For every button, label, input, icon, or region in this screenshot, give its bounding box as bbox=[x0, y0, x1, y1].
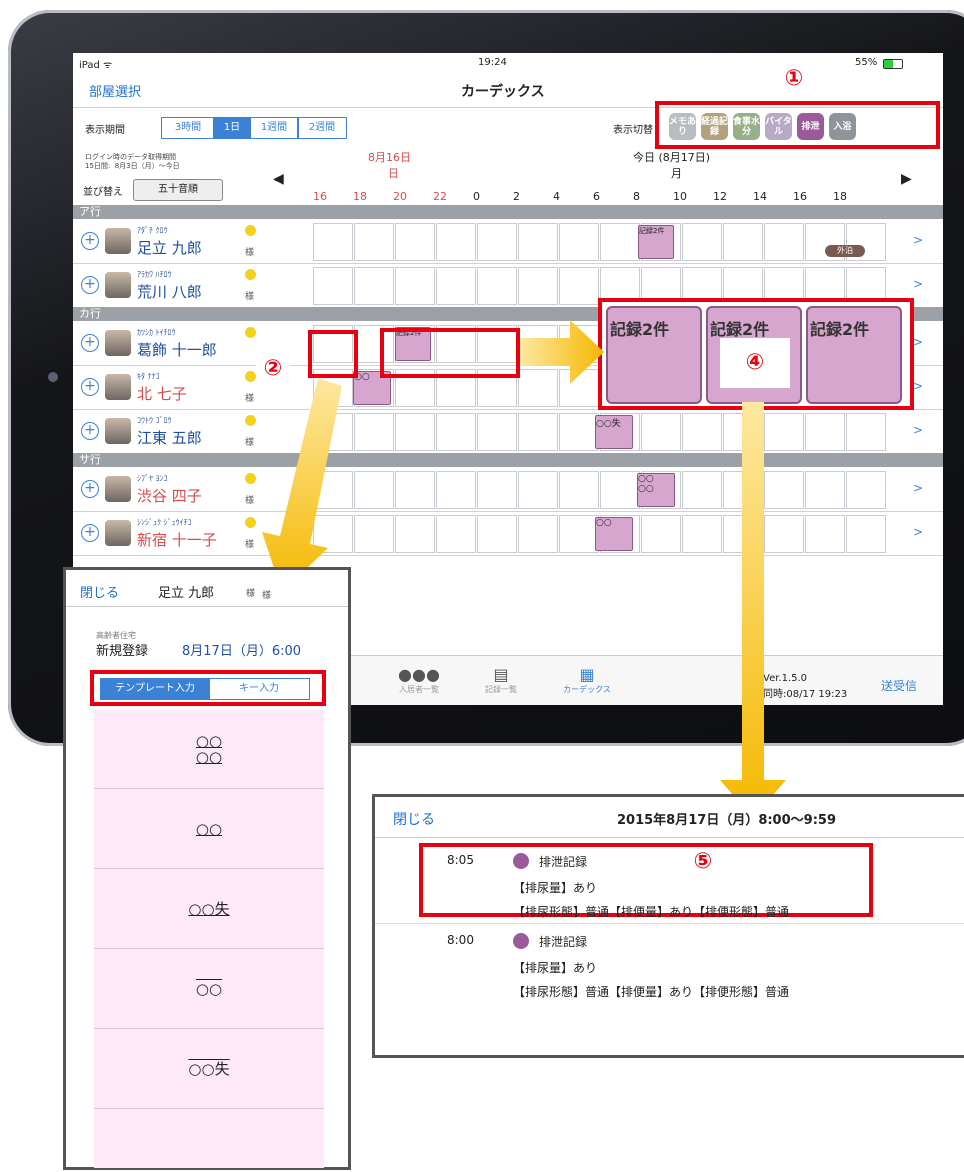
excretion-icon bbox=[513, 853, 529, 869]
excretion-icon bbox=[513, 933, 529, 949]
template-item[interactable]: ○○ bbox=[94, 950, 324, 1029]
sama-2: 様 bbox=[262, 591, 272, 601]
record-line-2: 【排尿形態】普通【排便量】あり【排便形態】普通 bbox=[513, 985, 790, 999]
new-register: 新規登録 bbox=[96, 644, 149, 659]
record-line-1: 【排尿量】あり bbox=[513, 881, 598, 895]
panel-title: 2015年8月17日（月）8:00〜9:59 bbox=[617, 813, 836, 828]
record-line-1: 【排尿量】あり bbox=[513, 961, 598, 975]
arrow-right bbox=[520, 320, 604, 384]
divider bbox=[375, 923, 964, 924]
divider bbox=[66, 606, 348, 607]
template-input-tab[interactable]: テンプレート入力 bbox=[100, 678, 210, 700]
record-list: 8:05 排泄記録 【排尿量】あり 【排尿形態】普通【排便量】あり【排便形態】普通 8:… bbox=[375, 841, 964, 1051]
record-time: 8:00 bbox=[447, 933, 474, 947]
divider bbox=[375, 837, 964, 838]
close-button[interactable]: 閉じる bbox=[80, 582, 119, 601]
resident-name: 足立 九郎 bbox=[158, 586, 215, 601]
sama: 様 bbox=[246, 589, 256, 599]
close-button[interactable]: 閉じる bbox=[393, 809, 435, 829]
record-time: 8:05 bbox=[447, 853, 474, 867]
record-line-2: 【排尿形態】普通【排便量】あり【排便形態】普通 bbox=[513, 905, 790, 919]
arrow-down-right bbox=[720, 402, 786, 818]
record-type: 排泄記録 bbox=[539, 855, 588, 869]
template-item[interactable]: ○○ ○○ bbox=[94, 710, 324, 789]
register-datetime: 8月17日（月）6:00 bbox=[182, 644, 302, 659]
template-list: ○○ ○○ ○○ ○○失 ○○ ○○失 bbox=[94, 710, 324, 1168]
template-item[interactable]: ○○ bbox=[94, 790, 324, 869]
record-type: 排泄記録 bbox=[539, 935, 588, 949]
template-item[interactable]: ○○失 bbox=[94, 1030, 324, 1109]
record-list-panel: 閉じる 2015年8月17日（月）8:00〜9:59 ⑤ 8:05 排泄記録 【排尿… bbox=[372, 794, 964, 1058]
key-input-tab[interactable]: キー入力 bbox=[208, 678, 310, 700]
template-item[interactable]: ○○失 bbox=[94, 870, 324, 949]
arrow-down-left bbox=[262, 378, 342, 592]
record-input-panel: 閉じる 足立 九郎 様 様 高齢者住宅 新規登録 8月17日（月）6:00 テン… bbox=[63, 567, 351, 1170]
